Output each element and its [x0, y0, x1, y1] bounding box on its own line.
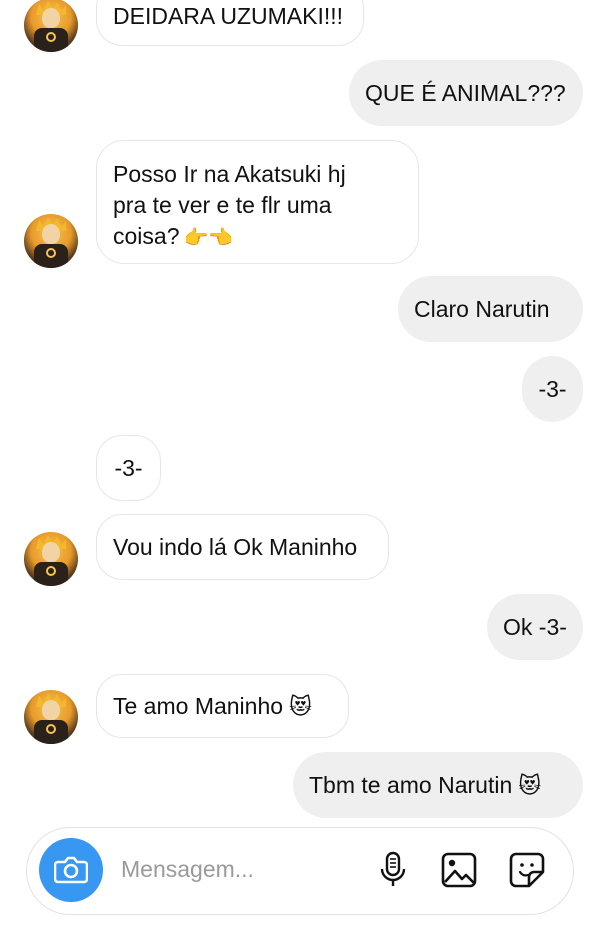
camera-icon: [54, 856, 88, 884]
outgoing-message[interactable]: -3-: [522, 356, 583, 422]
pointing-hands-emoji: 👉👈: [183, 227, 234, 249]
incoming-message[interactable]: Posso Ir na Akatsuki hj pra te ver e te …: [96, 140, 419, 264]
message-composer: Mensagem...: [26, 827, 574, 915]
message-input[interactable]: Mensagem...: [121, 856, 254, 883]
incoming-message[interactable]: Te amo Maninho 😻: [96, 674, 349, 738]
message-text: QUE É ANIMAL???: [365, 79, 566, 106]
contact-avatar[interactable]: [24, 214, 78, 268]
microphone-icon: [380, 851, 406, 886]
message-text: Tbm te amo Narutin: [309, 771, 513, 798]
incoming-message[interactable]: DEIDARA UZUMAKI!!!: [96, 0, 364, 46]
message-text: Posso Ir na Akatsuki hj pra te ver e te …: [113, 161, 346, 249]
sticker-button[interactable]: [507, 850, 547, 890]
contact-avatar[interactable]: [24, 532, 78, 586]
contact-avatar[interactable]: [24, 690, 78, 744]
heart-eyes-cat-emoji: 😻: [289, 693, 312, 719]
sticker-icon: [509, 852, 545, 888]
message-thread[interactable]: DEIDARA UZUMAKI!!! QUE É ANIMAL??? Posso…: [0, 0, 600, 820]
message-text: -3-: [538, 375, 567, 402]
message-text: Vou indo lá Ok Maninho: [113, 533, 358, 560]
outgoing-message[interactable]: Tbm te amo Narutin 😻: [293, 752, 583, 818]
heart-eyes-cat-emoji: 😻: [518, 772, 542, 798]
message-text: -3-: [114, 454, 143, 481]
incoming-message[interactable]: -3-: [96, 435, 161, 501]
message-text: DEIDARA UZUMAKI!!!: [113, 3, 344, 29]
gallery-button[interactable]: [439, 850, 479, 890]
contact-avatar[interactable]: [24, 0, 78, 52]
outgoing-message[interactable]: QUE É ANIMAL???: [349, 60, 583, 126]
outgoing-message[interactable]: Ok -3-: [487, 594, 583, 660]
message-text: Claro Narutin: [414, 295, 550, 322]
camera-button[interactable]: [39, 838, 103, 902]
microphone-button[interactable]: [373, 850, 413, 890]
outgoing-message[interactable]: Claro Narutin: [398, 276, 583, 342]
message-text: Te amo Maninho: [113, 692, 284, 719]
gallery-icon: [441, 852, 477, 888]
incoming-message[interactable]: Vou indo lá Ok Maninho: [96, 514, 389, 580]
message-text: Ok -3-: [503, 613, 567, 640]
